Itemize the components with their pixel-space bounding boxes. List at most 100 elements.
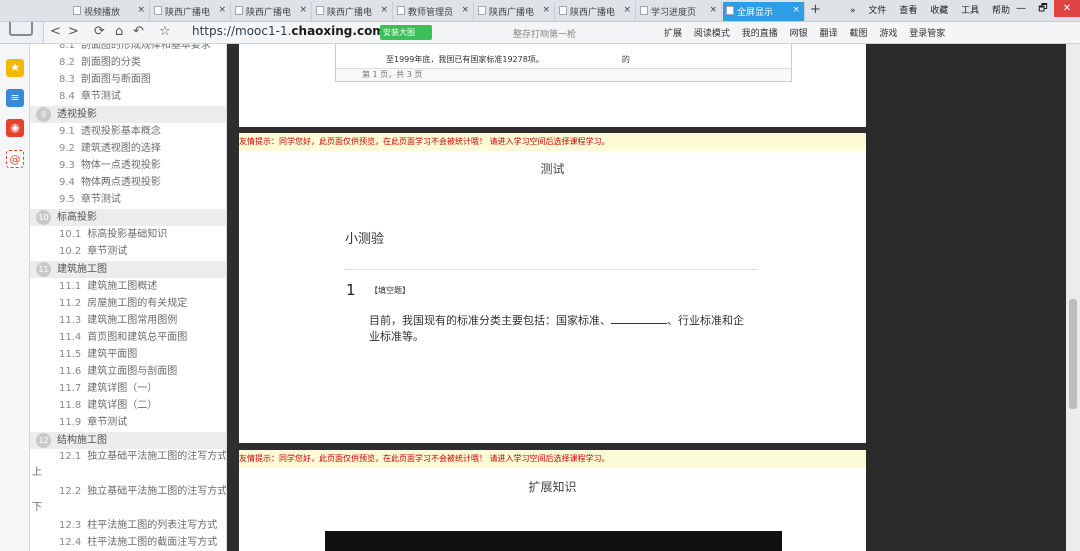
notice-banner: 友情提示：同学您好，此页面仅供预览，在此页面学习不会被统计哦！ 请进入学习空间后… <box>239 450 866 468</box>
menu-tools[interactable]: 工具 <box>961 6 979 16</box>
item-number: 11.4 <box>59 332 82 343</box>
chapter-item[interactable]: 11.3 建筑施工图常用图例 <box>30 313 226 329</box>
games-button[interactable]: 游戏 <box>879 29 897 39</box>
chapter-item[interactable]: 10.2 章节测试 <box>30 244 226 260</box>
favorites-star-icon[interactable]: ★ <box>6 59 24 77</box>
chapter-item[interactable]: 9.5 章节测试 <box>30 192 226 208</box>
chapter-section[interactable]: 9 透视投影 <box>30 106 226 123</box>
section-label: 建筑施工图 <box>57 264 107 275</box>
menu-help[interactable]: 帮助 <box>992 6 1010 16</box>
login-manager-button[interactable]: 登录管家 <box>909 29 945 39</box>
item-number: 11.3 <box>59 315 82 326</box>
chapter-item[interactable]: 9.4 物体两点透视投影 <box>30 175 226 191</box>
tab-close-icon[interactable]: × <box>380 5 388 15</box>
chapter-item[interactable]: 11.2 房屋施工图的有关规定 <box>30 296 226 312</box>
chapter-item[interactable]: 9.1 透视投影基本概念 <box>30 124 226 140</box>
section-number: 9 <box>36 107 51 122</box>
answer-blank[interactable] <box>611 313 667 324</box>
chapter-item[interactable]: 11.6 建筑立面图与剖面图 <box>30 364 226 380</box>
reading-list-icon[interactable]: ≡ <box>6 89 24 107</box>
tab-video[interactable]: 视频播放 × <box>70 2 150 21</box>
tab-label: 学习进度页 <box>651 8 697 18</box>
tab-close-icon[interactable]: × <box>623 5 631 15</box>
live-button[interactable]: 我的直播 <box>742 29 778 39</box>
home-button[interactable]: ⌂ <box>115 24 123 39</box>
chapter-section[interactable]: 12 结构施工图 <box>30 432 226 449</box>
page-scrollbar[interactable] <box>1066 44 1080 551</box>
chapter-section[interactable]: 11 建筑施工图 <box>30 261 226 278</box>
chapter-item[interactable]: 9.3 物体一点透视投影 <box>30 158 226 174</box>
chapter-item[interactable]: 11.1 建筑施工图概述 <box>30 279 226 295</box>
weibo-icon[interactable]: ◉ <box>6 119 24 137</box>
menu-favorites[interactable]: 收藏 <box>930 6 948 16</box>
reading-mode-button[interactable]: 阅读模式 <box>694 29 730 39</box>
tab-close-icon[interactable]: × <box>218 5 226 15</box>
item-label: 首页图和建筑总平面图 <box>87 332 188 343</box>
menu-file[interactable]: 文件 <box>868 6 886 16</box>
section-number: 11 <box>36 262 51 277</box>
tab-shaanxi-1[interactable]: 陕西广播电 × <box>151 2 231 21</box>
chapter-item[interactable]: 12.1 独立基础平法施工图的注写方式- 上 <box>30 449 226 483</box>
tab-progress[interactable]: 学习进度页 × <box>637 2 722 21</box>
url-prefix: https://mooc1-1. <box>192 24 292 38</box>
tab-close-icon[interactable]: × <box>461 5 469 15</box>
tab-close-icon[interactable]: × <box>137 5 145 15</box>
left-sidebar: ★ ≡ ◉ @ <box>0 44 30 551</box>
tab-fullscreen[interactable]: 全屏显示 × <box>723 2 805 21</box>
search-input[interactable]: 整存打响第一枪 <box>509 25 659 41</box>
screenshot-button[interactable]: 截图 <box>849 29 867 39</box>
tab-shaanxi-5[interactable]: 陕西广播电 × <box>556 2 636 21</box>
section-number: 10 <box>36 210 51 225</box>
chapter-item[interactable]: 11.7 建筑详图（一） <box>30 381 226 397</box>
promo-button[interactable]: 安装大图 <box>380 25 432 40</box>
chapter-item[interactable]: 8.4 章节测试 <box>30 89 226 105</box>
chapter-item[interactable]: 8.2 剖面图的分类 <box>30 55 226 71</box>
new-tab-button[interactable]: + <box>810 2 821 17</box>
chapter-item[interactable]: 12.3 柱平法施工图的列表注写方式 <box>30 518 226 534</box>
tab-label: 陕西广播电 <box>570 8 616 18</box>
forward-button[interactable]: > <box>68 24 79 39</box>
chapter-item[interactable]: 11.8 建筑详图（二） <box>30 398 226 414</box>
menu-more[interactable]: » <box>850 6 856 16</box>
scrollbar-thumb[interactable] <box>1069 299 1077 409</box>
undo-close-button[interactable]: ↶ <box>133 24 144 39</box>
chapter-section[interactable]: 10 标高投影 <box>30 209 226 226</box>
chapter-item[interactable]: 9.2 建筑透视图的选择 <box>30 141 226 157</box>
close-window-button[interactable]: ✕ <box>1054 0 1080 17</box>
chapter-item[interactable]: 12.4 柱平法施工图的截面注写方式 <box>30 535 226 551</box>
maximize-button[interactable]: 🗗 <box>1032 0 1054 17</box>
extensions-button[interactable]: 扩展 <box>664 29 682 39</box>
item-label: 章节测试 <box>87 246 128 257</box>
chapter-item[interactable]: 8.1 剖面图的形成规律和基本要求 <box>30 44 226 54</box>
favorite-star-icon[interactable]: ☆ <box>159 24 171 39</box>
email-icon[interactable]: @ <box>6 150 24 168</box>
tab-close-icon[interactable]: × <box>792 5 800 15</box>
tab-shaanxi-2[interactable]: 陕西广播电 × <box>232 2 312 21</box>
tab-close-icon[interactable]: × <box>299 5 307 15</box>
minimize-button[interactable]: — <box>1010 0 1032 17</box>
section-label: 透视投影 <box>57 109 97 120</box>
tab-close-icon[interactable]: × <box>709 5 717 15</box>
tab-label: 视频播放 <box>84 8 121 18</box>
chapter-item[interactable]: 11.4 首页图和建筑总平面图 <box>30 330 226 346</box>
back-button[interactable]: < <box>50 24 61 39</box>
chapter-item[interactable]: 10.1 标高投影基础知识 <box>30 227 226 243</box>
video-player[interactable] <box>325 531 782 551</box>
chapter-item[interactable]: 11.5 建筑平面图 <box>30 347 226 363</box>
tab-shaanxi-3[interactable]: 陕西广播电 × <box>313 2 393 21</box>
page-icon <box>726 6 734 15</box>
tab-shaanxi-4[interactable]: 陕西广播电 × <box>475 2 555 21</box>
item-number: 9.4 <box>59 177 75 188</box>
chapter-item[interactable]: 8.3 剖面图与断面图 <box>30 72 226 88</box>
banking-button[interactable]: 网银 <box>790 29 808 39</box>
chapter-item[interactable]: 12.2 独立基础平法施工图的注写方式- 下 <box>30 484 226 518</box>
refresh-button[interactable]: ⟳ <box>94 24 105 39</box>
item-number: 8.3 <box>59 74 75 85</box>
tab-close-icon[interactable]: × <box>542 5 550 15</box>
panel-title: 扩展知识 <box>528 480 577 494</box>
menu-view[interactable]: 查看 <box>899 6 917 16</box>
translate-button[interactable]: 翻译 <box>820 29 838 39</box>
tab-teacher-admin[interactable]: 教师管理员 × <box>394 2 474 21</box>
item-number: 12.1 <box>59 451 82 462</box>
chapter-item[interactable]: 11.9 章节测试 <box>30 415 226 431</box>
